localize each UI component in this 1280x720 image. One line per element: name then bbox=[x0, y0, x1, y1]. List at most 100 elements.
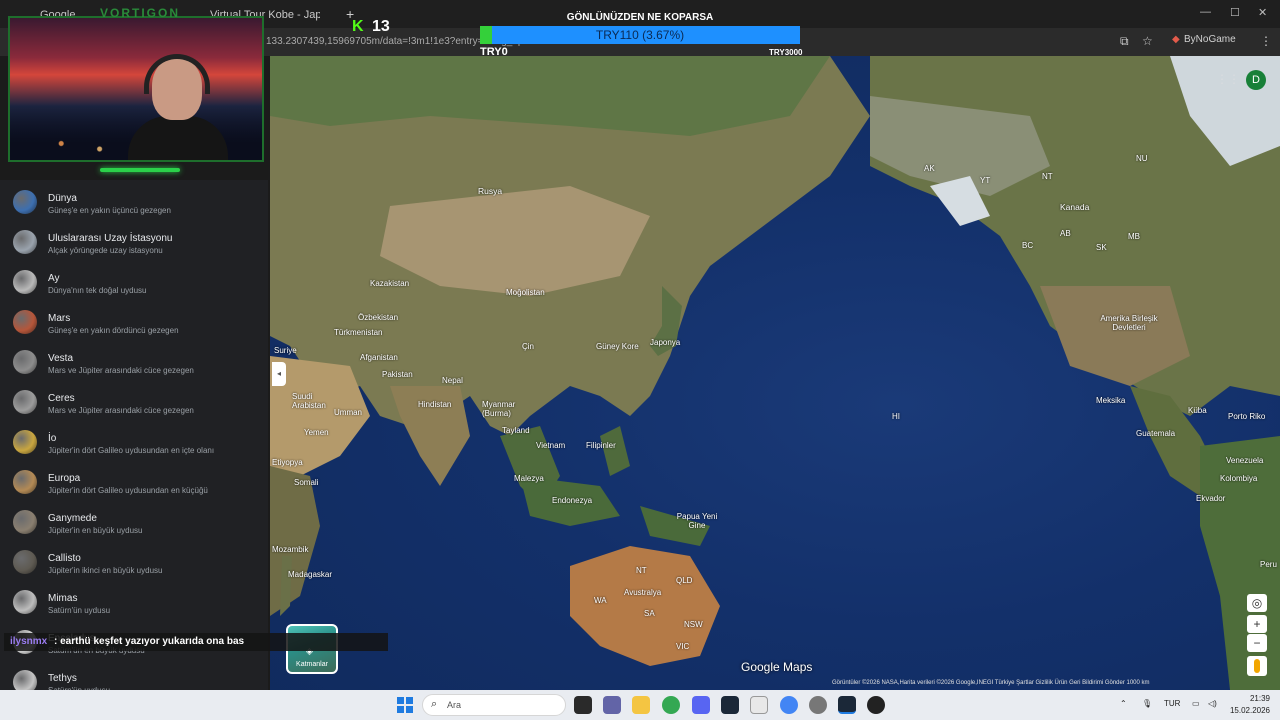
zoom-in-button[interactable]: + bbox=[1247, 615, 1267, 633]
teams-icon[interactable] bbox=[603, 696, 621, 714]
close-button[interactable]: ✕ bbox=[1258, 6, 1267, 19]
volume-icon[interactable]: ◁) bbox=[1208, 699, 1217, 708]
sidebar-item-title: Vesta bbox=[48, 353, 74, 364]
street-view-pegman[interactable] bbox=[1247, 656, 1267, 676]
map-label: Filipinler bbox=[586, 441, 616, 450]
chrome-profile-icon[interactable] bbox=[780, 696, 798, 714]
viewer-count: 13 bbox=[372, 18, 390, 35]
map-label: HI bbox=[892, 412, 900, 421]
discord-icon[interactable] bbox=[692, 696, 710, 714]
map-label: Afganistan bbox=[360, 353, 398, 362]
settings-gear-icon[interactable] bbox=[809, 696, 827, 714]
sidebar-item[interactable]: Callisto Jüpiter'in ikinci en büyük uydus… bbox=[0, 542, 268, 582]
bookmark-star-icon[interactable]: ☆ bbox=[1142, 34, 1153, 48]
task-view-icon[interactable] bbox=[574, 696, 592, 714]
sidebar-item[interactable]: TethysSatürn'ün uydusu bbox=[0, 662, 268, 690]
map-attribution[interactable]: Görüntüler ©2026 NASA,Harita verileri ©2… bbox=[832, 680, 1150, 690]
app-icon[interactable] bbox=[750, 696, 768, 714]
planet-thumbnail-icon bbox=[13, 270, 37, 294]
sidebar-item-subtitle: Mars ve Jüpiter arasındaki cüce gezegen bbox=[48, 406, 194, 415]
map-label: Türkmenistan bbox=[334, 328, 383, 337]
sidebar-item-title: Ganymede bbox=[48, 513, 97, 524]
windows-taskbar: ⌕ Ara ⌃ 🎙 TUR ▭ ◁) 21:39 15.02.2026 bbox=[0, 690, 1280, 720]
sidebar-item[interactable]: Ay Dünya'nın tek doğal uydusu bbox=[0, 262, 268, 302]
maximize-button[interactable]: ☐ bbox=[1230, 6, 1240, 19]
planet-thumbnail-icon bbox=[13, 550, 37, 574]
clock-date: 15.02.2026 bbox=[1229, 706, 1270, 715]
sidebar-item-title: Dünya bbox=[48, 193, 77, 204]
zoom-out-button[interactable]: − bbox=[1247, 634, 1267, 652]
map-label: Mozambik bbox=[272, 545, 309, 554]
sidebar-item[interactable]: Ganymede Jüpiter'in en büyük uydusu bbox=[0, 502, 268, 542]
map-label: Venezuela bbox=[1226, 456, 1264, 465]
map-label: Çin bbox=[522, 342, 535, 351]
planet-thumbnail-icon bbox=[13, 430, 37, 454]
sidebar-item-subtitle: Güneş'e en yakın üçüncü gezegen bbox=[48, 206, 171, 215]
donation-goal-bar: TRY110 (3.67%) bbox=[480, 26, 800, 44]
system-clock[interactable]: 21:39 15.02.2026 bbox=[1226, 693, 1270, 717]
sidebar-item[interactable]: Europa Jüpiter'in dört Galileo uydusundan… bbox=[0, 462, 268, 502]
map-label: Kolombiya bbox=[1220, 474, 1258, 483]
extension-label[interactable]: ByNoGame bbox=[1184, 34, 1236, 45]
map-label: Rusya bbox=[478, 186, 503, 196]
microphone-icon[interactable]: 🎙 bbox=[1142, 699, 1152, 708]
taskbar-search[interactable]: ⌕ Ara bbox=[422, 694, 566, 716]
map-label: AB bbox=[1060, 229, 1071, 238]
sidebar-item-title: İo bbox=[48, 433, 57, 444]
map-label: WA bbox=[594, 596, 607, 605]
my-location-button[interactable]: ◎ bbox=[1247, 594, 1267, 612]
map-label: NT bbox=[636, 566, 647, 575]
extension-icon[interactable]: ◆ bbox=[1172, 34, 1180, 45]
map-label: Meksika bbox=[1096, 396, 1126, 405]
google-maps-logo: Google Maps bbox=[741, 660, 813, 674]
start-button[interactable] bbox=[397, 697, 413, 713]
sidebar-item-title: Mimas bbox=[48, 593, 78, 604]
map-label: SA bbox=[644, 609, 655, 618]
map-label: Suriye bbox=[274, 346, 297, 355]
map-label: VIC bbox=[676, 642, 690, 651]
planet-thumbnail-icon bbox=[13, 470, 37, 494]
chrome-icon[interactable] bbox=[662, 696, 680, 714]
browser-menu-icon[interactable]: ⋮ bbox=[1260, 34, 1272, 48]
network-icon[interactable]: ▭ bbox=[1192, 699, 1200, 708]
account-avatar[interactable]: D bbox=[1246, 70, 1266, 90]
minimize-button[interactable]: — bbox=[1200, 6, 1211, 18]
steam-icon[interactable] bbox=[721, 696, 739, 714]
sidebar-item-subtitle: Jüpiter'in ikinci en büyük uydusu bbox=[48, 566, 163, 575]
file-explorer-icon[interactable] bbox=[632, 696, 650, 714]
sidebar-item[interactable]: Ceres Mars ve Jüpiter arasındaki cüce gez… bbox=[0, 382, 268, 422]
sidebar-item-subtitle: Satürn'ün uydusu bbox=[48, 606, 111, 615]
input-language[interactable]: TUR bbox=[1164, 699, 1180, 708]
tray-chevron-icon[interactable]: ⌃ bbox=[1120, 699, 1127, 708]
planet-thumbnail-icon bbox=[13, 390, 37, 414]
map-label: Endonezya bbox=[552, 496, 593, 505]
sidebar-item-title: Tethys bbox=[48, 673, 77, 684]
search-placeholder: Ara bbox=[447, 700, 462, 710]
map-label: Guatemala bbox=[1136, 429, 1176, 438]
sidebar-item[interactable]: Vesta Mars ve Jüpiter arasındaki cüce gez… bbox=[0, 342, 268, 382]
google-apps-icon[interactable]: ⋮⋮ bbox=[1216, 72, 1240, 86]
sidebar-item[interactable]: Dünya Güneş'e en yakın üçüncü gezegen bbox=[0, 182, 268, 222]
sidebar-item[interactable]: Mars Güneş'e en yakın dördüncü gezegen bbox=[0, 302, 268, 342]
satellite-map[interactable]: ⋮⋮ D Rusya Kazakistan Moğolistan Özbekis… bbox=[270, 56, 1280, 690]
sidebar-item-subtitle: Jüpiter'in dört Galileo uydusundan en iç… bbox=[48, 446, 215, 455]
kick-logo-icon: K bbox=[352, 18, 364, 35]
chat-username: ilysnmx bbox=[10, 636, 48, 647]
sidebar-item[interactable]: Uluslararası Uzay İstasyonu Alçak yörünge… bbox=[0, 222, 268, 262]
planet-thumbnail-icon bbox=[13, 670, 37, 690]
donation-goal-max: TRY3000 bbox=[769, 48, 803, 57]
map-label: NT bbox=[1042, 172, 1053, 181]
steam-active-icon[interactable] bbox=[838, 696, 856, 714]
map-label: Pakistan bbox=[382, 370, 413, 379]
donation-goal-title: GÖNLÜNÜZDEN NE KOPARSA bbox=[566, 12, 714, 23]
cast-icon[interactable]: ⧉ bbox=[1120, 34, 1129, 49]
sidebar-item-title: Ceres bbox=[48, 393, 75, 404]
map-label: Kazakistan bbox=[370, 279, 410, 288]
sidebar-item[interactable]: İo Jüpiter'in dört Galileo uydusundan en … bbox=[0, 422, 268, 462]
collapse-panel-button[interactable]: ◂ bbox=[272, 362, 286, 386]
sidebar-item[interactable]: Mimas Satürn'ün uydusu bbox=[0, 582, 268, 622]
obs-icon[interactable] bbox=[867, 696, 885, 714]
sidebar-item-subtitle: Jüpiter'in dört Galileo uydusundan en kü… bbox=[48, 486, 208, 495]
planet-thumbnail-icon bbox=[13, 590, 37, 614]
map-label: Malezya bbox=[514, 474, 544, 483]
